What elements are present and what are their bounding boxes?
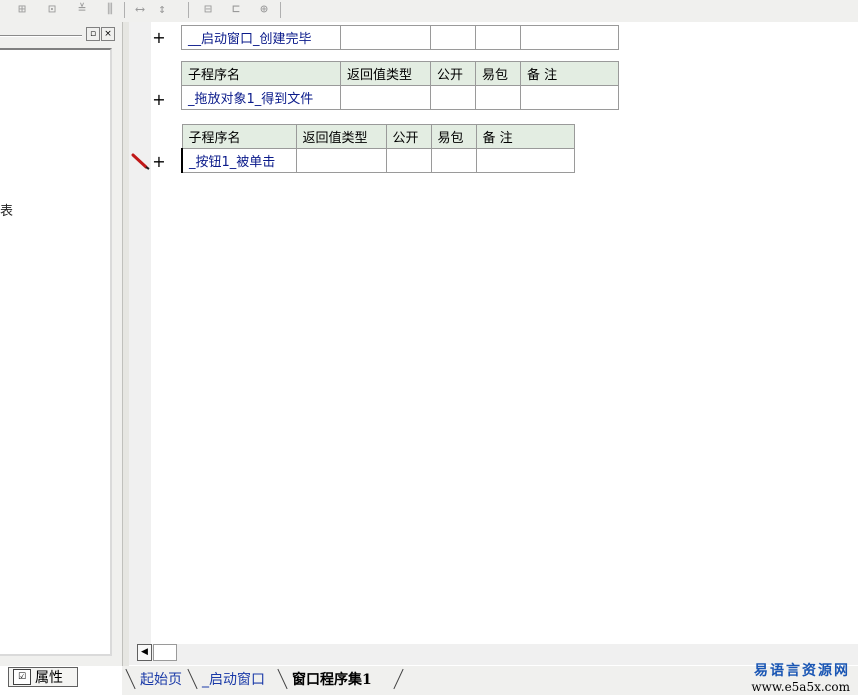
panel-content[interactable]: 表 (0, 48, 112, 656)
restore-icon: ▫ (89, 29, 97, 39)
col-header-public: 公开 (385, 124, 432, 149)
sub-table-1: __启动窗口_创建完毕 (181, 25, 619, 50)
expand-sub-button[interactable]: + (152, 154, 166, 170)
tab-start-page[interactable]: 起始页 (136, 670, 186, 690)
same-width-icon[interactable]: ⊟ (198, 1, 218, 19)
sub-table-2: 子程序名 返回值类型 公开 易包 备 注 _拖放对象1_得到文件 (181, 61, 619, 110)
pencil-icon (131, 153, 150, 170)
properties-tab[interactable]: ☑ 属性 (8, 667, 78, 687)
easy-pack-cell[interactable] (475, 25, 521, 50)
return-type-cell[interactable] (340, 25, 431, 50)
code-gutter (129, 22, 151, 644)
sub-name-cell[interactable]: __启动窗口_创建完毕 (181, 25, 341, 50)
tab-divider (277, 668, 288, 690)
table-row: _拖放对象1_得到文件 (181, 85, 619, 110)
equal-spacing-v-icon[interactable]: ↕ (152, 1, 172, 19)
truncated-panel-text: 表 (0, 204, 14, 219)
remark-cell[interactable] (475, 148, 575, 173)
close-panel-button[interactable]: × (101, 27, 115, 41)
align-left-icon[interactable]: ⊞ (12, 1, 32, 19)
tab-window-program-set[interactable]: 窗口程序集1 (288, 670, 376, 690)
public-cell[interactable] (430, 85, 476, 110)
toolbar-separator (280, 2, 281, 18)
properties-icon: ☑ (13, 669, 31, 685)
sub-table-3: 子程序名 返回值类型 公开 易包 备 注 _按钮1_被单击 (181, 124, 575, 173)
align-top-icon[interactable]: ≚ (72, 1, 92, 19)
sub-name-cell[interactable]: _拖放对象1_得到文件 (181, 85, 341, 110)
watermark-url: www.e5a5x.com (751, 680, 850, 694)
same-height-icon[interactable]: ⊏ (226, 1, 246, 19)
col-header-name: 子程序名 (181, 61, 341, 86)
table-row: _按钮1_被单击 (181, 148, 575, 173)
scroll-left-button[interactable]: ◀ (137, 644, 152, 661)
align-distribute-icon[interactable]: ⫼ (100, 1, 120, 19)
public-cell[interactable] (385, 148, 432, 173)
restore-panel-button[interactable]: ▫ (86, 27, 100, 41)
horizontal-scrollbar[interactable]: ◀ (129, 644, 858, 665)
equal-spacing-h-icon[interactable]: ⟷ (130, 1, 150, 19)
col-header-remark: 备 注 (520, 61, 619, 86)
expand-sub-button[interactable]: + (152, 30, 166, 46)
panel-splitter[interactable] (122, 22, 129, 666)
easy-pack-cell[interactable] (475, 85, 521, 110)
col-header-easy-pack: 易包 (430, 124, 477, 149)
same-size-icon[interactable]: ⊕ (254, 1, 274, 19)
expand-sub-button[interactable]: + (152, 92, 166, 108)
document-tab-bar: 起始页 _启动窗口 窗口程序集1 (122, 666, 858, 695)
easy-pack-cell[interactable] (430, 148, 477, 173)
align-center-icon[interactable]: ⊡ (42, 1, 62, 19)
return-type-cell[interactable] (295, 148, 387, 173)
remark-cell[interactable] (520, 85, 619, 110)
table-header-row: 子程序名 返回值类型 公开 易包 备 注 (181, 124, 575, 149)
return-type-cell[interactable] (340, 85, 431, 110)
col-header-return-type: 返回值类型 (295, 124, 387, 149)
col-header-return-type: 返回值类型 (340, 61, 431, 86)
table-header-row: 子程序名 返回值类型 公开 易包 备 注 (181, 61, 619, 86)
properties-tab-label: 属性 (35, 670, 63, 686)
tab-divider (393, 668, 404, 690)
col-header-remark: 备 注 (475, 124, 575, 149)
col-header-name: 子程序名 (181, 124, 297, 149)
tab-divider (187, 668, 198, 690)
code-editor[interactable] (151, 22, 858, 644)
close-icon: × (104, 29, 112, 39)
site-watermark: 易语言资源网 www.e5a5x.com (751, 660, 850, 694)
arrow-left-icon: ◀ (141, 647, 148, 657)
sub-name-cell[interactable]: _按钮1_被单击 (181, 148, 297, 173)
scroll-thumb[interactable] (153, 644, 177, 661)
tab-divider (125, 668, 136, 690)
table-row: __启动窗口_创建完毕 (181, 25, 619, 50)
col-header-public: 公开 (430, 61, 476, 86)
tab-start-window[interactable]: _启动窗口 (198, 670, 269, 690)
layout-toolbar: ⊞ ⊡ ≚ ⫼ ⟷ ↕ ⊟ ⊏ ⊕ (0, 0, 858, 23)
public-cell[interactable] (430, 25, 476, 50)
col-header-easy-pack: 易包 (475, 61, 521, 86)
watermark-chinese: 易语言资源网 (754, 663, 850, 679)
toolbar-separator (188, 2, 189, 18)
remark-cell[interactable] (520, 25, 619, 50)
left-panel: ▫ × 表 (0, 22, 122, 666)
panel-grip[interactable] (0, 35, 82, 37)
toolbar-separator (124, 2, 125, 18)
